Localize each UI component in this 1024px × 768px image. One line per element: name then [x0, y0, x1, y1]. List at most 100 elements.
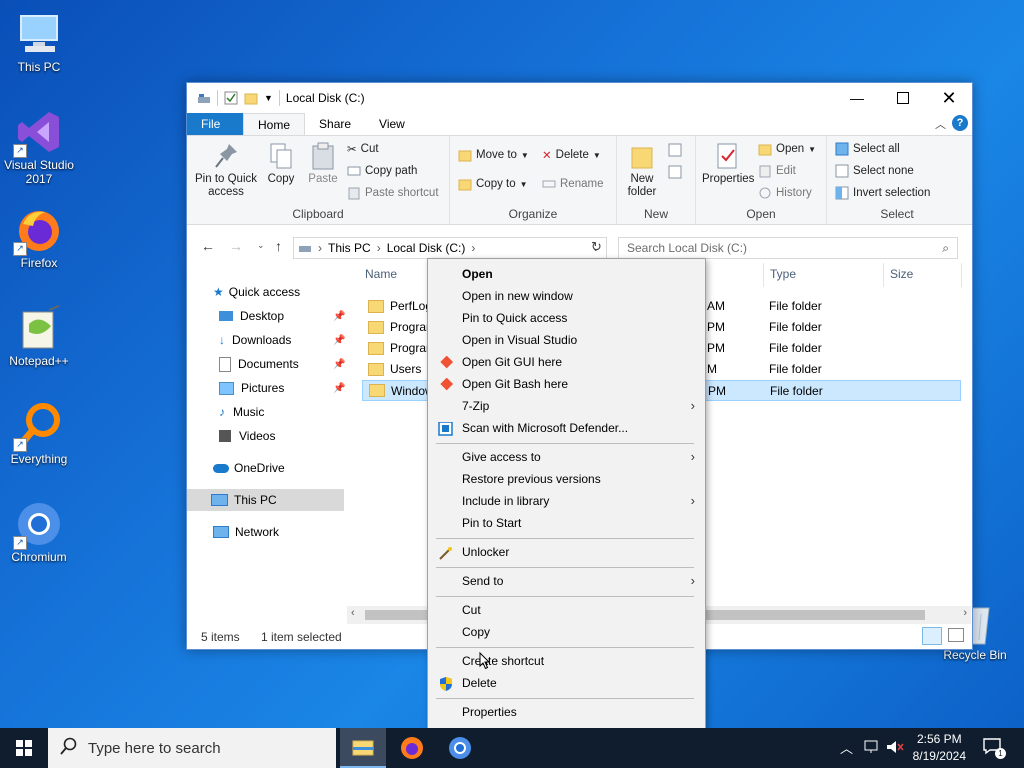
- tab-file[interactable]: File: [187, 113, 243, 135]
- pinned-icon: 📌: [333, 359, 346, 370]
- title-bar[interactable]: ▼ Local Disk (C:) — ✕: [187, 83, 972, 113]
- maximize-button[interactable]: [880, 83, 926, 113]
- nav-item-network[interactable]: Network: [213, 521, 279, 543]
- column-divider[interactable]: [961, 263, 962, 287]
- desktop-icon-this-pc[interactable]: This PC: [1, 10, 77, 74]
- taskbar-file-explorer[interactable]: [340, 728, 386, 768]
- tab-view[interactable]: View: [365, 113, 419, 135]
- pin-quick-access-button[interactable]: Pin to Quick access: [193, 142, 259, 199]
- move-to-button[interactable]: Move to ▼: [458, 148, 529, 162]
- nav-item-this-pc[interactable]: This PC: [187, 489, 344, 511]
- menu-item-open-visual-studio[interactable]: Open in Visual Studio: [428, 329, 705, 351]
- menu-item-pin-quick-access[interactable]: Pin to Quick access: [428, 307, 705, 329]
- scroll-right-icon[interactable]: ›: [963, 607, 967, 619]
- back-arrow-icon[interactable]: ←: [201, 238, 215, 254]
- tab-home[interactable]: Home: [243, 113, 306, 135]
- new-folder-icon[interactable]: [244, 91, 258, 105]
- nav-item-music[interactable]: ♪ Music: [219, 401, 264, 423]
- refresh-icon[interactable]: ↻: [591, 239, 602, 255]
- notification-center-button[interactable]: 1: [982, 737, 1006, 759]
- nav-item-quick-access[interactable]: ★ Quick access: [213, 281, 300, 303]
- forward-arrow-icon[interactable]: →: [229, 238, 243, 254]
- desktop-icon-chromium[interactable]: ↗ Chromium: [1, 500, 77, 564]
- copy-button[interactable]: Copy: [263, 142, 299, 186]
- paste-shortcut-button[interactable]: Paste shortcut: [347, 186, 439, 200]
- desktop-icon-notepad-plus-plus[interactable]: Notepad++: [1, 304, 77, 368]
- menu-item-properties[interactable]: Properties: [428, 701, 705, 723]
- menu-item-delete[interactable]: Delete: [428, 672, 705, 694]
- menu-item-give-access[interactable]: Give access to ›: [428, 446, 705, 468]
- close-button[interactable]: ✕: [926, 83, 972, 113]
- desktop-icon-everything[interactable]: ↗ Everything: [1, 402, 77, 466]
- nav-item-desktop[interactable]: Desktop: [219, 305, 284, 327]
- properties-icon: [715, 142, 741, 170]
- column-header-type[interactable]: Type: [770, 267, 796, 281]
- nav-item-documents[interactable]: Documents: [219, 353, 299, 375]
- cut-button[interactable]: ✂ Cut: [347, 142, 379, 156]
- open-button[interactable]: Open ▼: [758, 142, 816, 156]
- volume-muted-icon[interactable]: [886, 740, 904, 757]
- new-folder-button[interactable]: New folder: [621, 142, 663, 199]
- menu-item-pin-start[interactable]: Pin to Start: [428, 512, 705, 534]
- paste-button[interactable]: Paste: [305, 142, 341, 186]
- delete-button[interactable]: ✕ Delete ▼: [542, 148, 601, 162]
- easy-access-icon[interactable]: [667, 164, 687, 183]
- menu-item-cut[interactable]: Cut: [428, 599, 705, 621]
- properties-check-icon[interactable]: [224, 91, 238, 105]
- start-button[interactable]: [0, 728, 48, 768]
- menu-item-7zip[interactable]: 7-Zip ›: [428, 395, 705, 417]
- minimize-button[interactable]: —: [834, 83, 880, 113]
- chevron-down-icon[interactable]: ▼: [264, 93, 273, 103]
- nav-item-videos[interactable]: Videos: [219, 425, 275, 447]
- menu-item-send-to[interactable]: Send to ›: [428, 570, 705, 592]
- ribbon-group-select: Select all Select none Invert selection …: [827, 136, 967, 224]
- copy-to-button[interactable]: Copy to ▼: [458, 177, 528, 191]
- select-none-button[interactable]: Select none: [835, 164, 914, 178]
- recent-locations-icon[interactable]: ⌄: [257, 240, 265, 251]
- menu-item-open[interactable]: Open: [428, 263, 705, 285]
- taskbar-search-box[interactable]: Type here to search: [48, 728, 336, 768]
- select-all-button[interactable]: Select all: [835, 142, 900, 156]
- collapse-ribbon-icon[interactable]: ︿: [935, 116, 946, 132]
- new-item-icon[interactable]: [667, 142, 687, 161]
- edit-button[interactable]: Edit: [758, 164, 796, 178]
- search-input[interactable]: Search Local Disk (C:) ⌕: [618, 237, 958, 259]
- menu-item-copy[interactable]: Copy: [428, 621, 705, 643]
- menu-item-open-git-bash[interactable]: Open Git Bash here: [428, 373, 705, 395]
- nav-item-downloads[interactable]: ↓ Downloads: [219, 329, 291, 351]
- menu-item-scan-defender[interactable]: Scan with Microsoft Defender...: [428, 417, 705, 439]
- desktop-icon-visual-studio[interactable]: ↗ Visual Studio 2017: [1, 108, 77, 186]
- taskbar-chromium[interactable]: [438, 728, 482, 768]
- rename-button[interactable]: Rename: [542, 177, 603, 191]
- column-header-name[interactable]: Name: [365, 267, 397, 281]
- nav-item-pictures[interactable]: Pictures: [219, 377, 284, 399]
- column-divider[interactable]: [883, 263, 884, 287]
- tab-share[interactable]: Share: [305, 113, 365, 135]
- breadcrumb-local-disk[interactable]: Local Disk (C:): [387, 241, 466, 255]
- up-arrow-icon[interactable]: ↑: [275, 238, 282, 254]
- system-clock[interactable]: 2:56 PM 8/19/2024: [913, 731, 966, 765]
- taskbar-firefox[interactable]: [390, 728, 434, 768]
- invert-selection-button[interactable]: Invert selection: [835, 186, 930, 200]
- history-button[interactable]: History: [758, 186, 812, 200]
- nav-item-onedrive[interactable]: OneDrive: [213, 457, 285, 479]
- scroll-left-icon[interactable]: ‹: [351, 607, 355, 619]
- menu-item-include-library[interactable]: Include in library ›: [428, 490, 705, 512]
- breadcrumb-this-pc[interactable]: This PC: [328, 241, 371, 255]
- menu-item-create-shortcut[interactable]: Create shortcut: [428, 650, 705, 672]
- desktop-icon-firefox[interactable]: ↗ Firefox: [1, 206, 77, 270]
- large-icons-view-icon[interactable]: [948, 628, 964, 642]
- chevron-up-icon[interactable]: ︿: [840, 738, 853, 757]
- details-view-icon[interactable]: [922, 627, 942, 645]
- help-icon[interactable]: ?: [952, 115, 968, 131]
- address-bar[interactable]: › This PC › Local Disk (C:) › ⌄: [293, 237, 607, 259]
- menu-item-unlocker[interactable]: Unlocker: [428, 541, 705, 563]
- properties-button[interactable]: Properties: [702, 142, 754, 186]
- menu-item-restore-versions[interactable]: Restore previous versions: [428, 468, 705, 490]
- copy-path-button[interactable]: Copy path: [347, 164, 417, 178]
- menu-item-open-new-window[interactable]: Open in new window: [428, 285, 705, 307]
- menu-item-open-git-gui[interactable]: Open Git GUI here: [428, 351, 705, 373]
- column-header-size[interactable]: Size: [890, 267, 913, 281]
- network-status-icon[interactable]: [864, 740, 880, 757]
- column-divider[interactable]: [763, 263, 764, 287]
